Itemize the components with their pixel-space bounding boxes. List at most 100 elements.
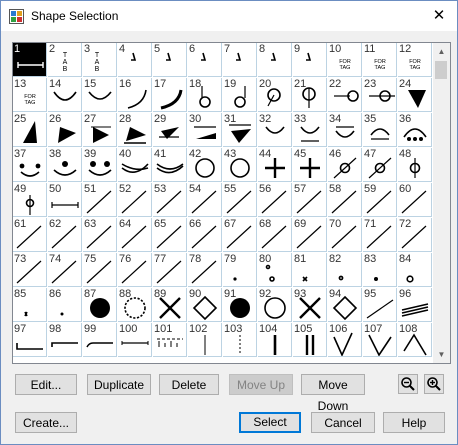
zoom-in-icon[interactable] xyxy=(424,374,444,394)
shape-cell-53[interactable]: 53 xyxy=(153,183,187,217)
shape-cell-89[interactable]: 89 xyxy=(153,288,187,322)
create-button[interactable]: Create... xyxy=(15,412,77,433)
shape-cell-35[interactable]: 35 xyxy=(363,113,397,147)
shape-cell-8[interactable]: 8 xyxy=(258,43,292,77)
shape-cell-32[interactable]: 32 xyxy=(258,113,292,147)
shape-cell-74[interactable]: 74 xyxy=(48,253,82,287)
shape-cell-94[interactable]: 94 xyxy=(328,288,362,322)
shape-cell-102[interactable]: 102 xyxy=(188,323,222,357)
shape-cell-73[interactable]: 73 xyxy=(13,253,47,287)
shape-cell-103[interactable]: 103 xyxy=(223,323,257,357)
shape-cell-69[interactable]: 69 xyxy=(293,218,327,252)
shape-cell-14[interactable]: 14 xyxy=(48,78,82,112)
shape-cell-45[interactable]: 45 xyxy=(293,148,327,182)
shape-cell-79[interactable]: 79 xyxy=(223,253,257,287)
shape-cell-65[interactable]: 65 xyxy=(153,218,187,252)
shape-cell-28[interactable]: 28 xyxy=(118,113,152,147)
shape-cell-107[interactable]: 107 xyxy=(363,323,397,357)
shape-cell-57[interactable]: 57 xyxy=(293,183,327,217)
close-button[interactable]: ✕ xyxy=(427,4,451,28)
shape-cell-100[interactable]: 100 xyxy=(118,323,152,357)
shape-cell-81[interactable]: 81 xyxy=(293,253,327,287)
shape-cell-59[interactable]: 59 xyxy=(363,183,397,217)
shape-cell-83[interactable]: 83 xyxy=(363,253,397,287)
shape-cell-44[interactable]: 44 xyxy=(258,148,292,182)
shape-cell-16[interactable]: 16 xyxy=(118,78,152,112)
edit-button[interactable]: Edit... xyxy=(15,374,77,395)
shape-cell-67[interactable]: 67 xyxy=(223,218,257,252)
shape-cell-22[interactable]: 22 xyxy=(328,78,362,112)
move-down-button[interactable]: Move Down xyxy=(301,374,365,413)
shape-cell-5[interactable]: 5 xyxy=(153,43,187,77)
shape-cell-9[interactable]: 9 xyxy=(293,43,327,77)
shape-cell-93[interactable]: 93 xyxy=(293,288,327,322)
shape-cell-50[interactable]: 50 xyxy=(48,183,82,217)
shape-cell-36[interactable]: 36 xyxy=(398,113,432,147)
shape-cell-104[interactable]: 104 xyxy=(258,323,292,357)
shape-cell-60[interactable]: 60 xyxy=(398,183,432,217)
shape-cell-49[interactable]: 49 xyxy=(13,183,47,217)
shape-cell-39[interactable]: 39 xyxy=(83,148,117,182)
scroll-up-arrow-icon[interactable]: ▲ xyxy=(433,43,450,60)
help-button[interactable]: Help xyxy=(383,412,445,433)
shape-cell-62[interactable]: 62 xyxy=(48,218,82,252)
shape-cell-101[interactable]: 101 xyxy=(153,323,187,357)
move-up-button[interactable]: Move Up xyxy=(229,374,293,395)
shape-cell-38[interactable]: 38 xyxy=(48,148,82,182)
shape-cell-17[interactable]: 17 xyxy=(153,78,187,112)
shape-cell-19[interactable]: 19 xyxy=(223,78,257,112)
shape-cell-2[interactable]: 2TAB xyxy=(48,43,82,77)
zoom-out-icon[interactable] xyxy=(398,374,418,394)
shape-cell-108[interactable]: 108 xyxy=(398,323,432,357)
shape-cell-99[interactable]: 99 xyxy=(83,323,117,357)
shape-cell-61[interactable]: 61 xyxy=(13,218,47,252)
shape-cell-21[interactable]: 21 xyxy=(293,78,327,112)
shape-cell-18[interactable]: 18 xyxy=(188,78,222,112)
shape-cell-33[interactable]: 33 xyxy=(293,113,327,147)
shape-cell-41[interactable]: 41 xyxy=(153,148,187,182)
shape-cell-88[interactable]: 88 xyxy=(118,288,152,322)
shape-cell-86[interactable]: 86 xyxy=(48,288,82,322)
shape-cell-13[interactable]: 13 FOR TAG xyxy=(13,78,47,112)
scroll-down-arrow-icon[interactable]: ▼ xyxy=(433,346,450,363)
shape-cell-75[interactable]: 75 xyxy=(83,253,117,287)
shape-cell-51[interactable]: 51 xyxy=(83,183,117,217)
shape-cell-78[interactable]: 78 xyxy=(188,253,222,287)
grid-scrollbar[interactable]: ▲ ▼ xyxy=(433,42,451,364)
shape-cell-1[interactable]: 1 xyxy=(13,43,47,77)
shape-cell-42[interactable]: 42 xyxy=(188,148,222,182)
shape-cell-23[interactable]: 23 xyxy=(363,78,397,112)
shape-cell-43[interactable]: 43 xyxy=(223,148,257,182)
shape-cell-90[interactable]: 90 xyxy=(188,288,222,322)
shape-cell-29[interactable]: 29 xyxy=(153,113,187,147)
shape-cell-25[interactable]: 25 xyxy=(13,113,47,147)
shape-cell-91[interactable]: 91 xyxy=(223,288,257,322)
shape-cell-54[interactable]: 54 xyxy=(188,183,222,217)
shape-cell-37[interactable]: 37 xyxy=(13,148,47,182)
shape-cell-27[interactable]: 27 xyxy=(83,113,117,147)
shape-cell-26[interactable]: 26 xyxy=(48,113,82,147)
shape-cell-106[interactable]: 106 xyxy=(328,323,362,357)
shape-cell-97[interactable]: 97 xyxy=(13,323,47,357)
shape-cell-66[interactable]: 66 xyxy=(188,218,222,252)
shape-cell-4[interactable]: 4 xyxy=(118,43,152,77)
shape-cell-40[interactable]: 40 xyxy=(118,148,152,182)
select-button[interactable]: Select xyxy=(239,412,301,433)
shape-cell-34[interactable]: 34 xyxy=(328,113,362,147)
shape-cell-6[interactable]: 6 xyxy=(188,43,222,77)
shape-cell-12[interactable]: 12 FOR TAG xyxy=(398,43,432,77)
shape-cell-11[interactable]: 11 FOR TAG xyxy=(363,43,397,77)
shape-cell-72[interactable]: 72 xyxy=(398,218,432,252)
shape-cell-98[interactable]: 98 xyxy=(48,323,82,357)
shape-cell-20[interactable]: 20 xyxy=(258,78,292,112)
shape-cell-63[interactable]: 63 xyxy=(83,218,117,252)
shape-cell-80[interactable]: 80 xyxy=(258,253,292,287)
shape-cell-30[interactable]: 30 xyxy=(188,113,222,147)
shape-cell-87[interactable]: 87 xyxy=(83,288,117,322)
shape-cell-46[interactable]: 46 xyxy=(328,148,362,182)
shape-cell-76[interactable]: 76 xyxy=(118,253,152,287)
shape-cell-95[interactable]: 95 xyxy=(363,288,397,322)
shape-cell-15[interactable]: 15 xyxy=(83,78,117,112)
shape-cell-68[interactable]: 68 xyxy=(258,218,292,252)
shape-cell-64[interactable]: 64 xyxy=(118,218,152,252)
